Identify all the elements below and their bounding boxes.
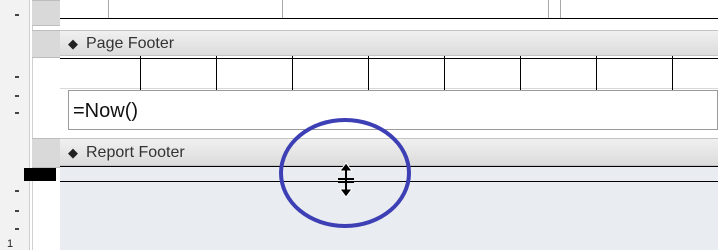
page-footer-label: Page Footer <box>86 35 175 52</box>
detail-section-area <box>60 0 718 30</box>
grid-line <box>520 56 521 90</box>
control-border <box>108 0 109 18</box>
grid-line <box>60 58 718 59</box>
now-textbox[interactable]: =Now() <box>68 90 718 130</box>
grid-line <box>60 88 718 89</box>
grid-line <box>292 56 293 90</box>
section-arrow-icon: ◆ <box>68 145 78 160</box>
grid-line <box>672 56 673 90</box>
ruler-number: 1 <box>7 238 14 250</box>
ruler-tick <box>15 95 19 97</box>
grid-line <box>60 18 718 19</box>
grid-line <box>596 56 597 90</box>
report-footer-label: Report Footer <box>86 144 185 161</box>
control-border <box>548 0 549 18</box>
section-selector[interactable] <box>32 0 60 26</box>
ruler-tick <box>15 228 19 230</box>
ruler-tick <box>15 76 19 78</box>
vertical-ruler <box>0 0 30 250</box>
ruler-tick <box>15 210 19 212</box>
grid-line <box>140 56 141 90</box>
section-arrow-icon: ◆ <box>68 36 78 51</box>
ruler-tick <box>15 190 19 192</box>
ruler-tick <box>15 14 19 16</box>
highlight-circle <box>279 118 411 228</box>
grid-line <box>216 56 217 90</box>
grid-line <box>368 56 369 90</box>
grid-line <box>444 56 445 90</box>
page-footer-bar[interactable]: ◆ Page Footer <box>60 30 718 56</box>
control-border <box>282 0 283 18</box>
report-footer-selector[interactable] <box>32 138 60 168</box>
ruler-tick <box>15 112 19 114</box>
control-border <box>560 0 561 18</box>
page-footer-selector[interactable] <box>32 30 60 58</box>
ruler-marker <box>24 168 56 181</box>
